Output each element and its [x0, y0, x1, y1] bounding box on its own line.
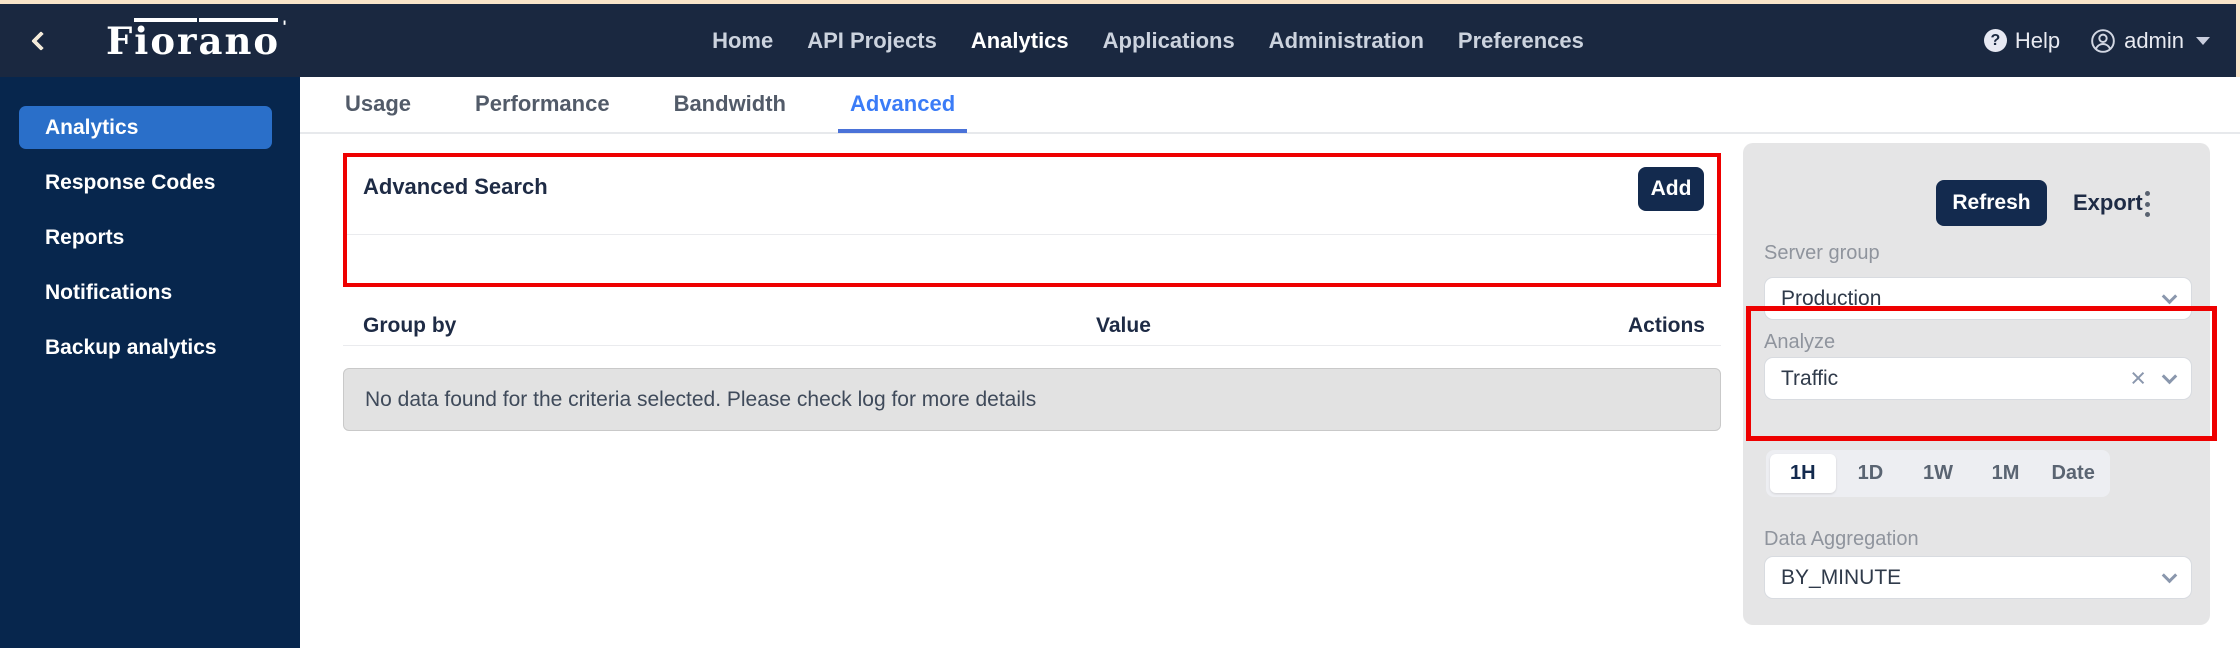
criteria-panel: Refresh Export Server group Production A…: [1743, 143, 2210, 625]
divider: [345, 234, 1721, 235]
divider: [343, 345, 1721, 346]
help-button[interactable]: ? Help: [1983, 27, 2061, 54]
nav-item-home[interactable]: Home: [712, 28, 773, 54]
server-group-label: Server group: [1764, 242, 1880, 264]
refresh-button[interactable]: Refresh: [1936, 180, 2047, 226]
nav-item-preferences[interactable]: Preferences: [1458, 28, 1584, 54]
data-aggregation-value: BY_MINUTE: [1781, 565, 1902, 589]
time-range-1h[interactable]: 1H: [1770, 454, 1836, 493]
analyze-select[interactable]: Traffic ×: [1764, 357, 2192, 400]
advanced-search-title: Advanced Search: [363, 174, 548, 199]
column-header-group-by: Group by: [363, 314, 457, 337]
clear-icon[interactable]: ×: [2130, 365, 2146, 392]
time-range-1d[interactable]: 1D: [1838, 454, 1904, 493]
sidebar-item-analytics[interactable]: Analytics: [19, 106, 272, 149]
data-aggregation-select[interactable]: BY_MINUTE: [1764, 556, 2192, 599]
server-group-value: Production: [1781, 286, 1882, 310]
chevron-left-icon: [31, 30, 51, 51]
no-data-message-box: No data found for the criteria selected.…: [343, 368, 1721, 431]
analyze-label: Analyze: [1764, 331, 1836, 353]
nav-item-applications[interactable]: Applications: [1103, 28, 1235, 54]
nav-item-analytics[interactable]: Analytics: [971, 28, 1069, 54]
time-range-1w[interactable]: 1W: [1905, 454, 1971, 493]
fiorano-logo: Fior ano ': [106, 16, 289, 63]
tab-usage[interactable]: Usage: [333, 78, 423, 133]
main-content: Usage Performance Bandwidth Advanced Adv…: [300, 77, 2240, 648]
add-button[interactable]: Add: [1638, 167, 1704, 211]
logo-text: F: [106, 18, 135, 63]
analytics-tabs: Usage Performance Bandwidth Advanced: [300, 77, 2240, 134]
main-nav: Home API Projects Analytics Applications…: [712, 4, 1584, 77]
annotation-box-advanced-search: [343, 153, 1721, 287]
sidebar-item-notifications[interactable]: Notifications: [19, 271, 272, 314]
chevron-down-icon: [2161, 567, 2178, 583]
time-range-1m[interactable]: 1M: [1973, 454, 2039, 493]
tab-advanced[interactable]: Advanced: [838, 78, 968, 133]
server-group-select[interactable]: Production: [1764, 277, 2192, 320]
topbar-right: ? Help admin: [1983, 27, 2210, 54]
analyze-value: Traffic: [1781, 366, 1839, 390]
nav-item-administration[interactable]: Administration: [1269, 28, 1424, 54]
sidebar-item-backup-analytics[interactable]: Backup analytics: [19, 326, 272, 369]
chevron-down-icon: [2161, 288, 2178, 304]
top-navigation-bar: Fior ano ' Home API Projects Analytics App…: [0, 0, 2240, 77]
tab-performance[interactable]: Performance: [463, 78, 622, 133]
tab-bandwidth[interactable]: Bandwidth: [662, 78, 798, 133]
column-header-value: Value: [1096, 314, 1151, 337]
chevron-down-icon: [2196, 36, 2210, 45]
column-header-actions: Actions: [1627, 314, 1705, 337]
sidebar: Analytics Response Codes Reports Notific…: [0, 77, 300, 648]
logo-text: ior: [134, 17, 199, 63]
logo-trademark-tick: ': [282, 16, 289, 36]
nav-item-api-projects[interactable]: API Projects: [807, 28, 937, 54]
chevron-down-icon: [2161, 368, 2178, 384]
time-range-group: 1H 1D 1W 1M Date: [1766, 450, 2110, 497]
no-data-message: No data found for the criteria selected.…: [365, 387, 1037, 411]
logo-text: ano: [198, 17, 281, 63]
sidebar-item-response-codes[interactable]: Response Codes: [19, 161, 272, 204]
back-button[interactable]: [26, 26, 56, 56]
time-range-date[interactable]: Date: [2040, 454, 2106, 493]
kebab-menu-icon[interactable]: [2137, 187, 2157, 221]
data-aggregation-label: Data Aggregation: [1764, 528, 1919, 550]
sidebar-item-reports[interactable]: Reports: [19, 216, 272, 259]
username-label: admin: [2124, 27, 2184, 53]
help-label: Help: [2014, 27, 2061, 53]
question-mark-icon: ?: [1983, 29, 2007, 52]
user-menu[interactable]: admin: [2090, 28, 2210, 54]
user-avatar-icon: [2091, 28, 2115, 53]
